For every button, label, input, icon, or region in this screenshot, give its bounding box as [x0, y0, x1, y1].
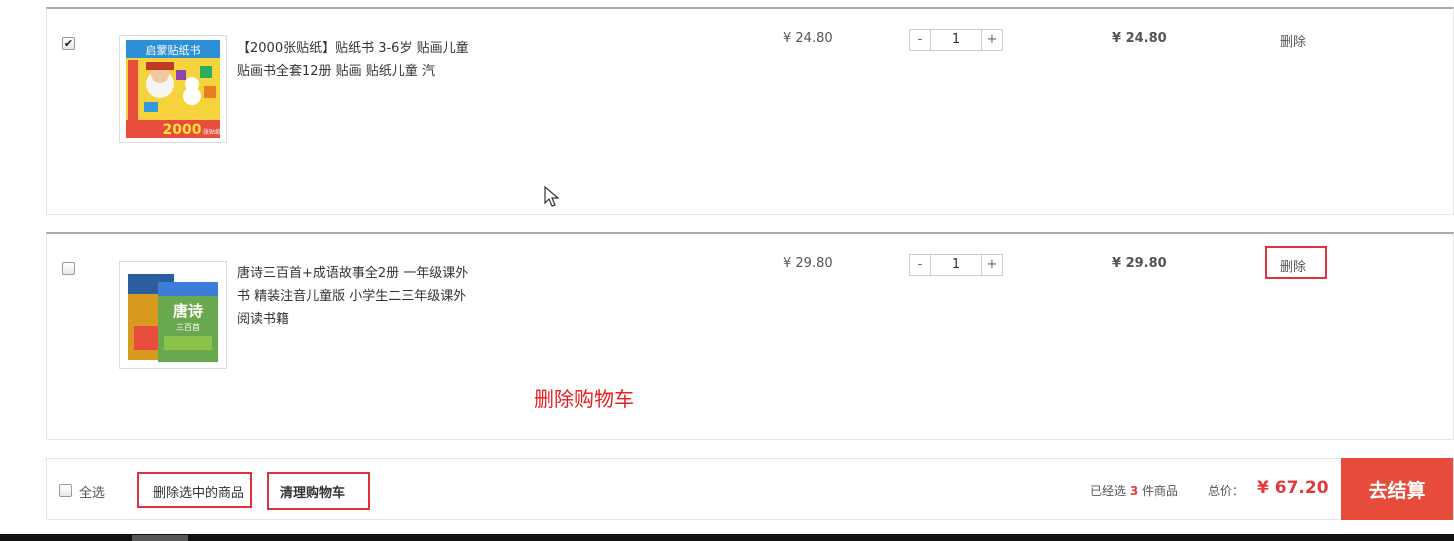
- item-checkbox-checked[interactable]: ✔: [62, 37, 75, 50]
- item-checkbox-unchecked[interactable]: [62, 262, 75, 275]
- highlight-box-delete-selected: [137, 472, 252, 508]
- taskbar-tab[interactable]: [132, 535, 188, 541]
- selected-count-text: 已经选 3 件商品: [1090, 482, 1178, 499]
- quantity-input[interactable]: 1: [931, 255, 981, 275]
- thumb-unit-text: 张贴纸: [203, 128, 221, 136]
- delete-item-link[interactable]: 删除: [1280, 31, 1306, 50]
- highlight-box-clear-cart: [267, 472, 370, 510]
- total-label: 总价：: [1208, 484, 1245, 498]
- quantity-input[interactable]: 1: [931, 30, 981, 50]
- select-all-label[interactable]: 全选: [79, 482, 105, 501]
- taskbar: [0, 534, 1454, 541]
- thumb-title-text: 唐诗: [173, 302, 203, 320]
- unit-price: ¥ 29.80: [783, 256, 833, 271]
- total-price: ¥ 67.20: [1257, 478, 1329, 498]
- unit-price: ¥ 24.80: [783, 31, 833, 46]
- selected-suffix: 件商品: [1142, 484, 1179, 498]
- cart-item-sticker-book: ✔ 启蒙贴纸书 2000 张贴纸 【2000张贴纸】贴纸书 3-6岁 贴画儿童 …: [46, 7, 1454, 215]
- cart-footer-bar: 全选 删除选中的商品 清理购物车 已经选 3 件商品 总价： ¥ 67.20 去…: [46, 458, 1454, 520]
- decrease-quantity-button[interactable]: -: [910, 255, 931, 275]
- checkout-button[interactable]: 去结算: [1341, 458, 1453, 520]
- quantity-stepper: - 1 +: [909, 254, 1003, 276]
- annotation-caption: 删除购物车: [534, 387, 634, 411]
- decrease-quantity-button[interactable]: -: [910, 30, 931, 50]
- selected-prefix: 已经选: [1090, 484, 1127, 498]
- increase-quantity-button[interactable]: +: [981, 255, 1002, 275]
- product-thumbnail-tang-poems[interactable]: 唐诗 三百首: [119, 261, 227, 369]
- thumb-subtitle-text: 三百首: [176, 322, 200, 332]
- highlight-box-delete: [1265, 246, 1327, 279]
- mouse-cursor-icon: [544, 186, 560, 207]
- product-title[interactable]: 唐诗三百首+成语故事全2册 一年级课外书 精装注音儿童版 小学生二三年级课外阅读…: [237, 262, 477, 331]
- item-subtotal: ¥ 29.80: [1112, 256, 1167, 271]
- select-all-checkbox[interactable]: [59, 484, 72, 497]
- increase-quantity-button[interactable]: +: [981, 30, 1002, 50]
- item-subtotal: ¥ 24.80: [1112, 31, 1167, 46]
- product-title[interactable]: 【2000张贴纸】贴纸书 3-6岁 贴画儿童 贴画书全套12册 贴画 贴纸儿童 …: [237, 37, 477, 83]
- quantity-stepper: - 1 +: [909, 29, 1003, 51]
- thumb-title-text: 启蒙贴纸书: [146, 43, 201, 57]
- cart-item-tang-poems: 唐诗 三百首 唐诗三百首+成语故事全2册 一年级课外书 精装注音儿童版 小学生二…: [46, 232, 1454, 440]
- selected-count: 3: [1129, 484, 1139, 498]
- thumb-count-text: 2000: [163, 122, 202, 138]
- product-thumbnail-sticker-book[interactable]: 启蒙贴纸书 2000 张贴纸: [119, 35, 227, 143]
